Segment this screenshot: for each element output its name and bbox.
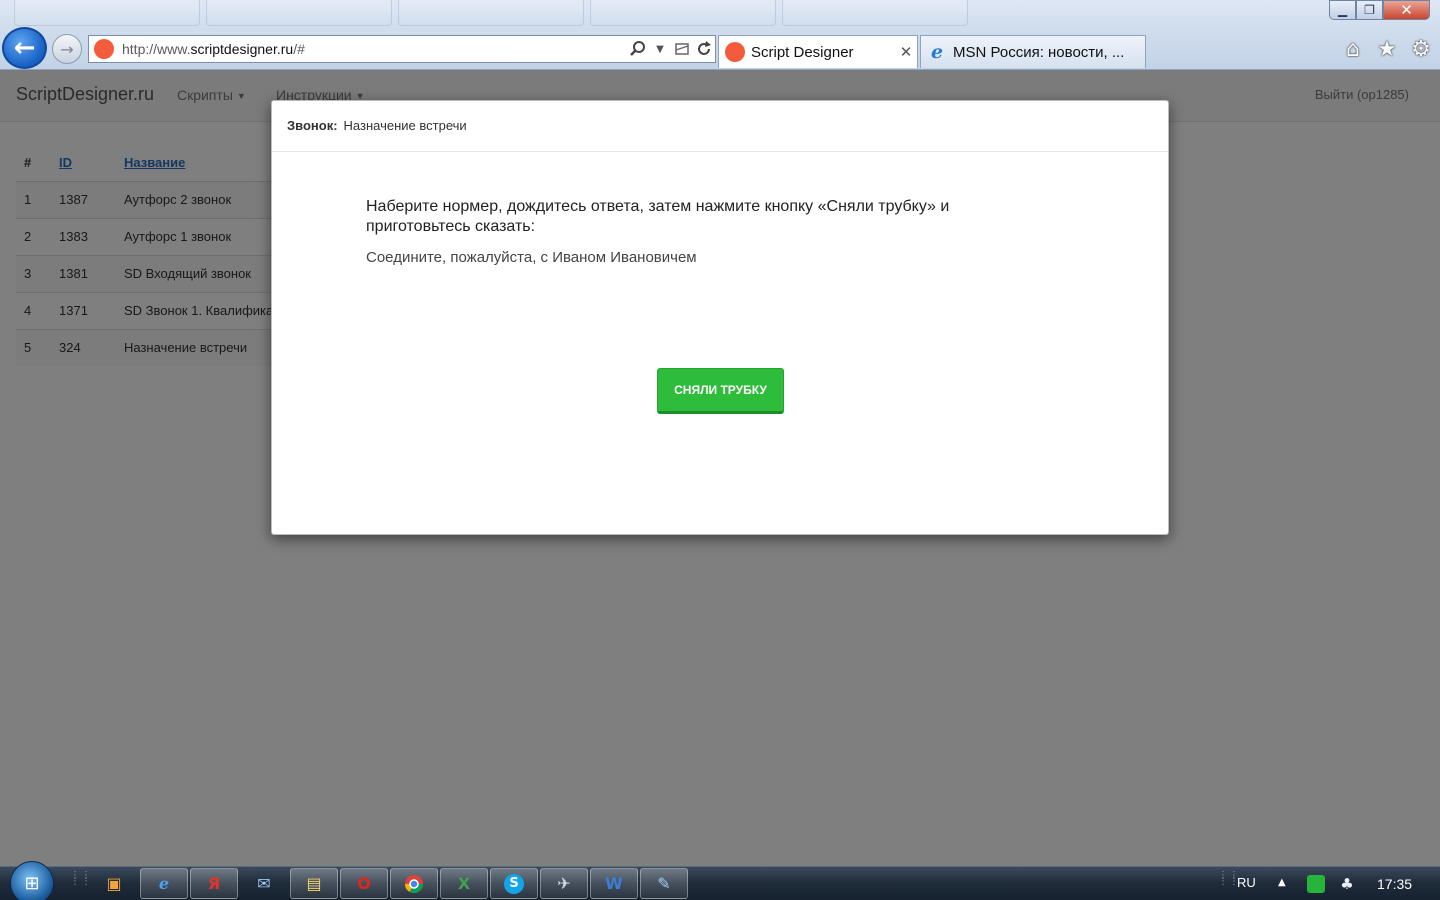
arrow-right-icon: → bbox=[60, 39, 74, 59]
file-explorer-icon[interactable]: ▤ bbox=[290, 868, 338, 899]
browser-chrome: ▁ ❐ ✕ ← → http://www.scriptdesigner.ru/#… bbox=[0, 0, 1440, 70]
messenger-tray-icon[interactable] bbox=[1307, 875, 1325, 893]
background-tab bbox=[14, 0, 200, 26]
tab-label: MSN Россия: новости, ... bbox=[953, 43, 1125, 61]
arrow-left-icon: ← bbox=[13, 33, 36, 63]
word-icon[interactable]: W bbox=[590, 868, 638, 899]
compatibility-view-icon[interactable] bbox=[671, 38, 693, 60]
windows-logo-icon: ⊞ bbox=[24, 872, 40, 894]
site-favicon-icon bbox=[94, 39, 114, 59]
close-tab-icon[interactable]: ✕ bbox=[895, 43, 917, 61]
opera-icon[interactable]: O bbox=[340, 868, 388, 899]
yandex-icon[interactable]: Я bbox=[190, 868, 238, 899]
windows-taskbar: ⊞ ⋮⋮ ⋮⋮ ▣ e Я ✉ ▤ O X S ✈ W ✎ ⋮⋮ ⋮⋮ RU ▲ ♣… bbox=[0, 861, 1440, 900]
media-player-icon[interactable]: ▣ bbox=[90, 868, 138, 899]
network-tray-icon[interactable]: ♣ bbox=[1338, 875, 1356, 893]
language-indicator[interactable]: RU bbox=[1237, 875, 1256, 890]
site-favicon-icon bbox=[725, 42, 745, 62]
refresh-icon[interactable] bbox=[693, 38, 715, 60]
gear-icon[interactable]: ⚙ bbox=[1408, 36, 1434, 62]
url-prefix: http://www. bbox=[122, 41, 191, 57]
url-domain: scriptdesigner.ru bbox=[190, 41, 294, 57]
background-tab bbox=[590, 0, 776, 26]
modal-title: Назначение встречи bbox=[343, 118, 467, 133]
window-controls: ▁ ❐ ✕ bbox=[1329, 0, 1430, 20]
background-tab bbox=[398, 0, 584, 26]
modal-header: Звонок: Назначение встречи bbox=[272, 101, 1168, 152]
close-window-button[interactable]: ✕ bbox=[1383, 0, 1430, 20]
back-button[interactable]: ← bbox=[2, 27, 47, 69]
call-instruction: Наберите нормер, дождитесь ответа, затем… bbox=[366, 198, 950, 235]
taskbar-grip: ⋮⋮ ⋮⋮ bbox=[70, 870, 92, 887]
network-tool-icon[interactable]: ✈ bbox=[540, 868, 588, 899]
mail-icon[interactable]: ✉ bbox=[240, 868, 288, 899]
browser-toolbar-right: ⌂ ★ ⚙ bbox=[1340, 36, 1434, 62]
chrome-icon[interactable] bbox=[390, 868, 438, 899]
forward-button[interactable]: → bbox=[52, 34, 82, 64]
web-page: ScriptDesigner.ru Скрипты▼ Инструкции▼ В… bbox=[0, 70, 1440, 866]
notes-icon[interactable]: ✎ bbox=[640, 868, 688, 899]
dropdown-arrow-icon[interactable]: ▼ bbox=[649, 38, 671, 60]
internet-explorer-icon[interactable]: e bbox=[140, 868, 188, 899]
show-hidden-icons-icon[interactable]: ▲ bbox=[1278, 877, 1286, 888]
picked-up-button[interactable]: СНЯЛИ ТРУБКУ bbox=[657, 368, 784, 414]
url-suffix: /# bbox=[293, 41, 305, 57]
background-window-tabs bbox=[0, 0, 1000, 28]
address-url[interactable]: http://www.scriptdesigner.ru/# bbox=[122, 41, 627, 57]
internet-explorer-icon: e bbox=[930, 41, 944, 63]
minimize-button[interactable]: ▁ bbox=[1329, 0, 1356, 20]
script-phrase: Соедините, пожалуйста, с Иваном Иванович… bbox=[366, 249, 697, 266]
call-modal: Звонок: Назначение встречи Наберите норме… bbox=[271, 100, 1169, 535]
maximize-button[interactable]: ❐ bbox=[1356, 0, 1383, 20]
tab-label: Script Designer bbox=[751, 43, 854, 61]
modal-header-label: Звонок: bbox=[287, 118, 338, 133]
skype-icon[interactable]: S bbox=[490, 868, 538, 899]
tab-msn[interactable]: e MSN Россия: новости, ... bbox=[920, 35, 1146, 68]
taskbar-clock[interactable]: 17:35 bbox=[1377, 876, 1412, 892]
background-tab bbox=[206, 0, 392, 26]
excel-icon[interactable]: X bbox=[440, 868, 488, 899]
tab-script-designer[interactable]: Script Designer ✕ bbox=[718, 35, 918, 68]
address-bar[interactable]: http://www.scriptdesigner.ru/# ▼ bbox=[88, 35, 716, 63]
star-icon[interactable]: ★ bbox=[1374, 36, 1400, 62]
background-tab bbox=[782, 0, 968, 26]
search-icon[interactable] bbox=[627, 38, 649, 60]
home-icon[interactable]: ⌂ bbox=[1340, 36, 1366, 62]
start-button[interactable]: ⊞ bbox=[10, 861, 54, 900]
